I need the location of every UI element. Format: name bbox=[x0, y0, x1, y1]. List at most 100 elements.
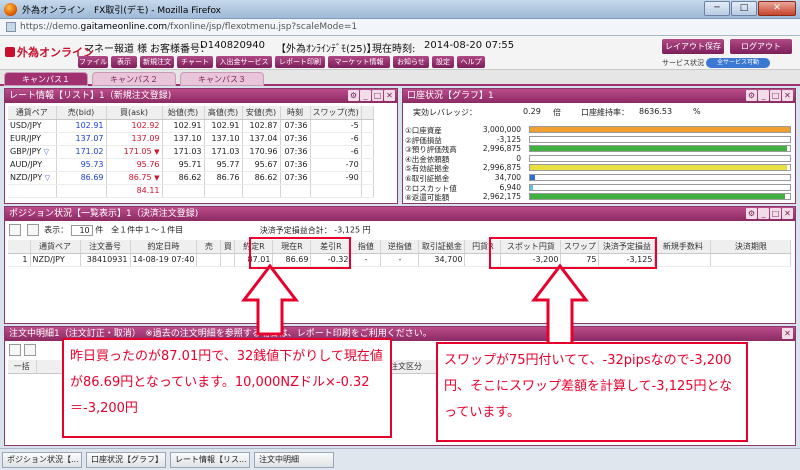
account-bar bbox=[529, 183, 791, 191]
export-icon[interactable] bbox=[26, 224, 39, 236]
task-account[interactable]: 口座状況【グラフ】 bbox=[86, 452, 166, 468]
app-header: 外為オンライン マネー報道 様 お客様番号： D140820940 【外為ｵﾝﾗ… bbox=[0, 36, 800, 70]
site-identity-icon[interactable] bbox=[6, 22, 16, 32]
window-titlebar: 外為オンライン FX取引(デモ) - Mozilla Firefox ─ □ ✕ bbox=[0, 0, 800, 19]
account-bar bbox=[529, 154, 791, 162]
scrollbar[interactable] bbox=[361, 106, 374, 120]
down-arrow-icon: ▽ bbox=[43, 148, 50, 156]
close-panel-icon[interactable]: ✕ bbox=[782, 208, 793, 219]
layout-save-button[interactable]: レイアウト保存 bbox=[662, 39, 724, 54]
left-callout: 昨日買ったのが87.01円で、32銭値下がりして現在値が86.69円となっていま… bbox=[62, 338, 392, 438]
menu-news[interactable]: お知らせ bbox=[393, 56, 429, 68]
order-toolbar bbox=[9, 344, 39, 356]
current-time: 2014-08-20 07:55 bbox=[424, 40, 515, 51]
menu-help[interactable]: ヘルプ bbox=[457, 56, 485, 68]
panel-taskbar: ポジション状況【... 口座状況【グラフ】 レート情報【リス... 注文中明細 bbox=[0, 448, 800, 470]
col-high[interactable]: 高値(売) bbox=[204, 106, 243, 120]
task-position[interactable]: ポジション状況【... bbox=[2, 452, 82, 468]
col-bid[interactable]: 売(bid) bbox=[56, 106, 107, 120]
margin-value: 8636.53 bbox=[639, 107, 673, 116]
select-all-checkbox[interactable] bbox=[9, 224, 21, 236]
right-callout: スワップが75円付いてて、-32pipsなので-3,200円、そこにスワップ差額… bbox=[436, 342, 748, 442]
minimize-button[interactable]: ─ bbox=[704, 1, 730, 16]
account-bar bbox=[529, 145, 791, 153]
col-low[interactable]: 安値(売) bbox=[242, 106, 281, 120]
col-time[interactable]: 時刻 bbox=[280, 106, 311, 120]
close-panel-icon[interactable]: ✕ bbox=[384, 90, 395, 101]
col-swap[interactable]: スワップ(売) bbox=[310, 106, 362, 120]
account-number: D140820940 bbox=[200, 40, 265, 51]
settings-icon[interactable]: ⚙ bbox=[746, 208, 757, 219]
table-row[interactable]: AUD/JPY 95.73 95.76 95.71 95.77 95.67 07:36 -70 bbox=[8, 158, 374, 172]
logout-button[interactable]: ログアウト bbox=[730, 39, 792, 54]
menu-report[interactable]: レポート印刷 bbox=[275, 56, 325, 68]
maximize-panel-icon[interactable]: □ bbox=[770, 90, 781, 101]
user-name: マネー報道 様 bbox=[84, 44, 148, 55]
plan-name: 【外為ｵﾝﾗｲﾝﾃﾞﾓ(25)】 bbox=[276, 44, 377, 55]
window-title: 外為オンライン FX取引(デモ) - Mozilla Firefox bbox=[22, 6, 221, 16]
menu-view[interactable]: 表示 bbox=[111, 56, 137, 68]
account-row-value: 6,940 bbox=[499, 182, 521, 192]
rate-panel: レート情報【リスト】1（新規注文登録) ⚙ _ □ ✕ 通貨ペア 売(bid) … bbox=[4, 88, 398, 204]
settings-icon[interactable]: ⚙ bbox=[746, 90, 757, 101]
account-bar bbox=[529, 193, 791, 201]
tab-canvas-3[interactable]: キャンパス３ bbox=[180, 72, 264, 86]
down-triangle-icon: ▼ bbox=[154, 174, 160, 182]
table-row[interactable]: NZD/JPY ▽ 86.69 86.75 ▼ 86.62 86.76 86.62 07:3… bbox=[8, 171, 374, 185]
maximize-button[interactable]: □ bbox=[731, 1, 757, 16]
minimize-panel-icon[interactable]: _ bbox=[360, 90, 371, 101]
menu-market[interactable]: マーケット情報 bbox=[328, 56, 390, 68]
rate-panel-header: レート情報【リスト】1（新規注文登録) ⚙ _ □ ✕ bbox=[5, 89, 397, 103]
table-row[interactable]: USD/JPY 102.91 102.92 102.91 102.91 102.87 07:… bbox=[8, 119, 374, 133]
url-bar[interactable]: https://demo.gaitameonline.com/fxonline/… bbox=[0, 19, 800, 36]
table-row[interactable]: EUR/JPY 137.07 137.09 137.10 137.10 137.04 07:… bbox=[8, 132, 374, 146]
leverage-label: 実効レバレッジ： bbox=[413, 108, 477, 117]
position-panel: ポジション状況【一覧表示】1（決済注文登録) ⚙ _ □ ✕ 表示： 10 件 … bbox=[4, 206, 796, 324]
close-button[interactable]: ✕ bbox=[758, 1, 796, 16]
col-ask[interactable]: 買(ask) bbox=[106, 106, 163, 120]
menu-file[interactable]: ファイル bbox=[78, 56, 108, 68]
service-status-label: サービス状況 bbox=[662, 59, 704, 67]
position-table: 通貨ペア 注文番号 約定日時売買約定R 現在R 差引R 指値 逆指値 取引証拠金 円貨R スポット… bbox=[8, 240, 792, 267]
col-pair[interactable]: 通貨ペア bbox=[8, 106, 57, 120]
show-count-input[interactable]: 10 bbox=[70, 224, 93, 236]
margin-unit: % bbox=[693, 107, 701, 116]
rate-panel-title: レート情報【リスト】1（新規注文登録) bbox=[9, 91, 172, 101]
account-row-value: 0 bbox=[516, 153, 521, 163]
account-bar bbox=[529, 174, 791, 181]
tab-canvas-2[interactable]: キャンパス２ bbox=[92, 72, 176, 86]
leverage-value: 0.29 bbox=[523, 107, 541, 116]
account-bar-fill bbox=[530, 194, 785, 200]
account-bar-fill bbox=[530, 184, 533, 190]
close-panel-icon[interactable]: ✕ bbox=[782, 90, 793, 101]
menu-settings[interactable]: 設定 bbox=[432, 56, 454, 68]
table-row[interactable]: GBP/JPY ▽ 171.02 171.05 ▼ 171.03 171.03 170.9… bbox=[8, 145, 374, 159]
col-open[interactable]: 始値(売) bbox=[162, 106, 205, 120]
table-row[interactable]: 84.11 bbox=[8, 184, 374, 198]
menu-new-order[interactable]: 新規注文 bbox=[140, 56, 174, 68]
service-status-badge[interactable]: 全サービス可動 bbox=[706, 58, 770, 68]
count-text: 件 全１件中１～１件目 bbox=[95, 225, 184, 235]
menu-deposit[interactable]: 入出金サービス bbox=[216, 56, 272, 68]
maximize-panel-icon[interactable]: □ bbox=[770, 208, 781, 219]
rate-table: 通貨ペア 売(bid) 買(ask) 始値(売) 高値(売) 安値(売) 時刻 … bbox=[8, 106, 374, 198]
settings-icon[interactable]: ⚙ bbox=[348, 90, 359, 101]
account-row-value: -3,125 bbox=[496, 134, 521, 144]
table-row[interactable]: 1 NZD/JPY 38410931 14-08-19 07:40 87.01 86.69… bbox=[8, 253, 792, 267]
export-icon[interactable] bbox=[24, 344, 36, 356]
account-row-value: 2,962,175 bbox=[482, 192, 521, 202]
minimize-panel-icon[interactable]: _ bbox=[758, 208, 769, 219]
maximize-panel-icon[interactable]: □ bbox=[372, 90, 383, 101]
account-row-value: 34,700 bbox=[494, 173, 521, 182]
position-toolbar: 表示： 10 件 全１件中１～１件目 決済予定損益合計： -3,125 円 bbox=[9, 224, 371, 238]
minimize-panel-icon[interactable]: _ bbox=[758, 90, 769, 101]
url-text[interactable]: https://demo.gaitameonline.com/fxonline/… bbox=[20, 22, 357, 32]
position-panel-title: ポジション状況【一覧表示】1（決済注文登録) bbox=[9, 209, 199, 219]
select-all-checkbox[interactable] bbox=[9, 344, 21, 356]
task-orders[interactable]: 注文中明細 bbox=[254, 452, 334, 468]
menu-chart[interactable]: チャート bbox=[177, 56, 213, 68]
task-rate[interactable]: レート情報【リス... bbox=[170, 452, 250, 468]
account-bar bbox=[529, 164, 791, 172]
close-panel-icon[interactable]: ✕ bbox=[782, 328, 793, 339]
tab-canvas-1[interactable]: キャンパス１ bbox=[4, 72, 88, 86]
